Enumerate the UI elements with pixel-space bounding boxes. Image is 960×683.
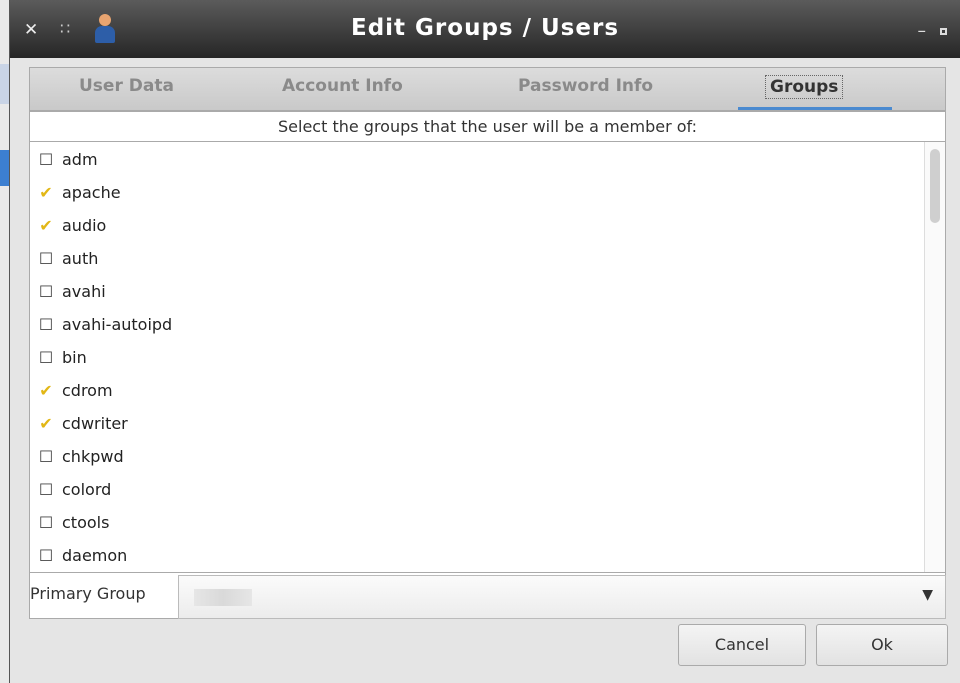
tab-groups[interactable]: Groups	[765, 75, 844, 99]
empty-checkbox-icon[interactable]: ☐	[36, 509, 56, 537]
group-label: colord	[62, 480, 112, 499]
group-item-colord[interactable]: ☐ colord	[36, 476, 111, 504]
group-label: bin	[62, 348, 87, 367]
tab-bar: User Data Account Info Password Info Gro…	[29, 67, 946, 111]
group-item-apache[interactable]: ✔ apache	[36, 179, 121, 207]
list-scrollbar[interactable]	[924, 142, 945, 572]
group-label: avahi	[62, 282, 106, 301]
edit-groups-dialog: ✕ ∷ Edit Groups / Users – User Data Acco…	[9, 0, 960, 683]
window-title: Edit Groups / Users	[350, 15, 620, 41]
title-bar[interactable]: ✕ ∷ Edit Groups / Users –	[10, 0, 960, 58]
check-icon[interactable]: ✔	[36, 377, 56, 405]
empty-checkbox-icon[interactable]: ☐	[36, 146, 56, 174]
group-item-avahi-autoipd[interactable]: ☐ avahi-autoipd	[36, 311, 172, 339]
minimize-icon[interactable]: –	[918, 21, 927, 41]
group-label: avahi-autoipd	[62, 315, 173, 334]
check-icon[interactable]: ✔	[36, 179, 56, 207]
check-icon[interactable]: ✔	[36, 410, 56, 438]
tab-user-data[interactable]: User Data	[79, 76, 174, 96]
group-item-adm[interactable]: ☐ adm	[36, 146, 98, 174]
group-label: chkpwd	[62, 447, 124, 466]
instruction-text: Select the groups that the user will be …	[278, 117, 697, 136]
empty-checkbox-icon[interactable]: ☐	[36, 344, 56, 372]
group-label: cdwriter	[62, 414, 128, 433]
ok-button[interactable]: Ok	[816, 624, 948, 666]
group-item-avahi[interactable]: ☐ avahi	[36, 278, 106, 306]
group-item-daemon[interactable]: ☐ daemon	[36, 542, 128, 570]
dropdown-arrow-icon[interactable]: ▼	[922, 587, 933, 603]
group-label: audio	[62, 216, 107, 235]
group-item-cdwriter[interactable]: ✔ cdwriter	[36, 410, 128, 438]
empty-checkbox-icon[interactable]: ☐	[36, 311, 56, 339]
group-label: auth	[62, 249, 99, 268]
tab-account-info[interactable]: Account Info	[282, 76, 403, 96]
scrollbar-thumb[interactable]	[930, 149, 940, 223]
empty-checkbox-icon[interactable]: ☐	[36, 278, 56, 306]
groups-list[interactable]: ☐ adm ✔ apache ✔ audio ☐ auth ☐ avahi ☐ avahi-autoi…	[30, 141, 945, 573]
check-icon[interactable]: ✔	[36, 212, 56, 240]
group-item-ctools[interactable]: ☐ ctools	[36, 509, 110, 537]
group-label: apache	[62, 183, 121, 202]
group-label: adm	[62, 150, 98, 169]
group-label: daemon	[62, 546, 128, 565]
empty-checkbox-icon[interactable]: ☐	[36, 476, 56, 504]
group-item-auth[interactable]: ☐ auth	[36, 245, 99, 273]
empty-checkbox-icon[interactable]: ☐	[36, 443, 56, 471]
group-item-cdrom[interactable]: ✔ cdrom	[36, 377, 113, 405]
group-item-chkpwd[interactable]: ☐ chkpwd	[36, 443, 124, 471]
primary-group-value-redacted	[194, 589, 252, 606]
groups-panel: Select the groups that the user will be …	[29, 111, 946, 619]
group-label: ctools	[62, 513, 110, 532]
group-label: cdrom	[62, 381, 113, 400]
cancel-button[interactable]: Cancel	[678, 624, 806, 666]
empty-checkbox-icon[interactable]: ☐	[36, 245, 56, 273]
maximize-icon[interactable]	[940, 28, 947, 35]
active-tab-indicator	[738, 107, 892, 110]
empty-checkbox-icon[interactable]: ☐	[36, 542, 56, 570]
tab-password-info[interactable]: Password Info	[518, 76, 653, 96]
group-item-bin[interactable]: ☐ bin	[36, 344, 87, 372]
primary-group-label: Primary Group	[30, 584, 146, 603]
primary-group-select[interactable]: ▼	[178, 575, 946, 619]
group-item-audio[interactable]: ✔ audio	[36, 212, 106, 240]
